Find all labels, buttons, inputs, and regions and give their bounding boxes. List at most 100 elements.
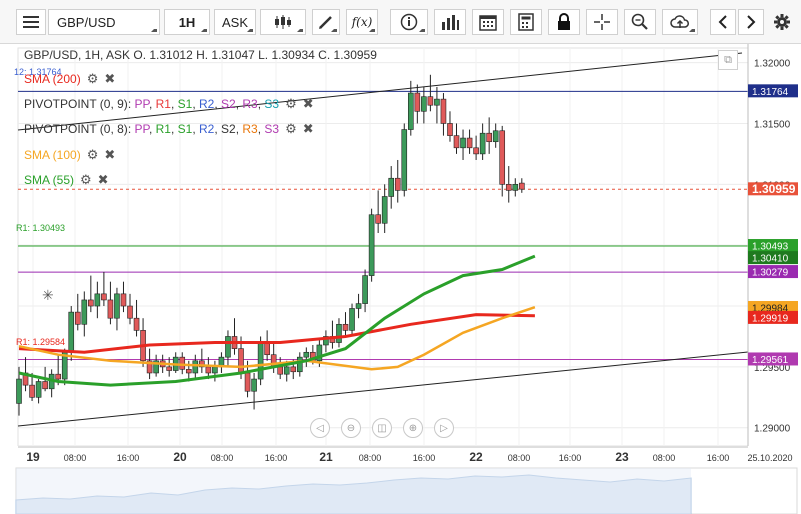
candle-body [296,356,303,373]
pivot-sep: , [214,97,222,111]
candle-body [238,348,244,374]
candle-body [362,275,368,304]
legend-sma200-label: SMA (200) [24,72,81,86]
legend-pivot2-name: PIVOTPOINT (0, 8) [24,122,128,136]
zoom-in-button[interactable]: ⊕ [403,418,423,438]
legend-pivot2-items: PP, R1, S1, R2, S2, R3, S3 [134,122,279,136]
legend-sma55: SMA (55) ⚙ ✖ [24,171,109,189]
time-axis[interactable]: 19 08:00 16:00 20 08:00 16:00 21 08:00 16:00 22 08… [0,446,801,468]
legend-pivot2: PIVOTPOINT (0, 8) : PP, R1, S1, R2, S2, … [24,120,314,138]
candle-body [466,137,473,149]
candle-body [414,92,421,112]
time-tick-label: 16:00 [707,453,730,463]
pivot-item-s1: S1 [177,97,193,111]
candle-body [519,182,525,190]
candle-body [251,378,257,392]
zoom-in-icon: ⊕ [408,422,418,434]
time-tick-label: 21 [319,450,333,464]
candle-body [505,184,512,191]
close-icon[interactable]: ✖ [104,147,115,163]
navigator-window [16,468,691,514]
candle-body [427,96,434,106]
reset-icon: ◫ [377,422,387,434]
time-tick-label: 08:00 [359,453,382,463]
candle-body [88,299,94,307]
time-tick-label: 22 [469,450,483,464]
nav-back-button[interactable]: ◁ [310,418,330,438]
legend-pivot2-sep: : [127,122,135,136]
candle-body [277,366,284,375]
gear-icon[interactable]: ⚙ [285,121,297,137]
price-badge-label: 1.30279 [752,268,789,279]
time-tick-label: 08:00 [64,453,87,463]
gear-icon[interactable]: ⚙ [87,71,99,87]
r1-line-label: R1: 1.30493 [16,223,66,233]
s-line-label: R1: 1.29584 [16,337,66,347]
close-icon[interactable]: ✖ [303,121,314,137]
candle-body [375,214,381,224]
candle-body [120,293,127,307]
gear-icon[interactable]: ⚙ [80,172,92,188]
reset-view-button[interactable]: ◫ [372,418,392,438]
candle-body [479,132,486,155]
pivot-sep: , [214,122,222,136]
legend-sma55-label: SMA (55) [24,173,75,187]
price-badge-label: 1.30493 [752,242,789,253]
candle-body [447,123,453,136]
time-tick-label: 16:00 [117,453,140,463]
candle-body [68,311,75,353]
candle-body [336,323,342,343]
candle-body [512,184,519,191]
pivot-item-s3: S3 [264,122,280,136]
nav-forward-button[interactable]: ▷ [434,418,454,438]
close-icon[interactable]: ✖ [98,172,109,188]
gear-icon[interactable]: ⚙ [87,147,99,163]
time-tick-label: 23 [615,450,629,464]
close-icon[interactable]: ✖ [303,96,314,112]
candle-body [127,305,133,319]
gear-icon[interactable]: ⚙ [285,96,297,112]
candle-body [283,366,290,375]
pivot-sep: , [170,122,178,136]
candle-body [101,293,107,301]
pivot-item-s2: S2 [221,97,236,111]
candle-body [42,381,48,390]
zoom-out-button[interactable]: ⊖ [341,418,361,438]
pivot-item-s1: S1 [177,122,193,136]
pivot-item-r3: R3 [242,97,258,111]
price-badge-label: 1.31764 [752,87,789,98]
close-icon[interactable]: ✖ [104,71,115,87]
candle-body [303,351,310,358]
pivot-item-r2: R2 [199,122,215,136]
price-badge-label: 1.30959 [752,182,796,196]
candle-body [55,373,61,380]
popout-icon[interactable]: ⧉ [718,50,738,70]
candle-body [290,366,297,373]
price-axis[interactable]: 1.320001.315001.310001.305001.300001.295… [747,44,801,446]
price-tick-label: 1.32000 [754,59,791,70]
candle-body [29,384,35,398]
legend-pivot1: PIVOTPOINT (0, 9) : PP, R1, S1, R2, S2, … [24,95,314,113]
candle-body [81,299,88,325]
candle-body [192,360,199,374]
candle-body [349,308,355,331]
pivot-sep: , [170,97,178,111]
candle-body [185,369,192,374]
candle-body [94,293,101,307]
candle-body [401,129,408,191]
candle-body [166,366,172,371]
candle-body [453,135,460,149]
time-tick-label: 08:00 [508,453,531,463]
navigator-pane[interactable] [15,467,798,514]
candle-body [460,137,466,149]
pivot-item-pp: PP [134,97,149,111]
candle-body [381,196,388,224]
time-tick-label: 16:00 [413,453,436,463]
time-tick-label: 16:00 [265,453,288,463]
pivot-item-s3: S3 [264,97,280,111]
price-chart[interactable]: 1.320001.315001.310001.305001.300001.295… [0,0,801,514]
price-badge-label: 1.29919 [752,313,789,324]
legend-pivot1-items: PP, R1, S1, R2, S2, R3, S3 [134,97,279,111]
candle-body [35,381,42,398]
candle-body [368,214,375,276]
